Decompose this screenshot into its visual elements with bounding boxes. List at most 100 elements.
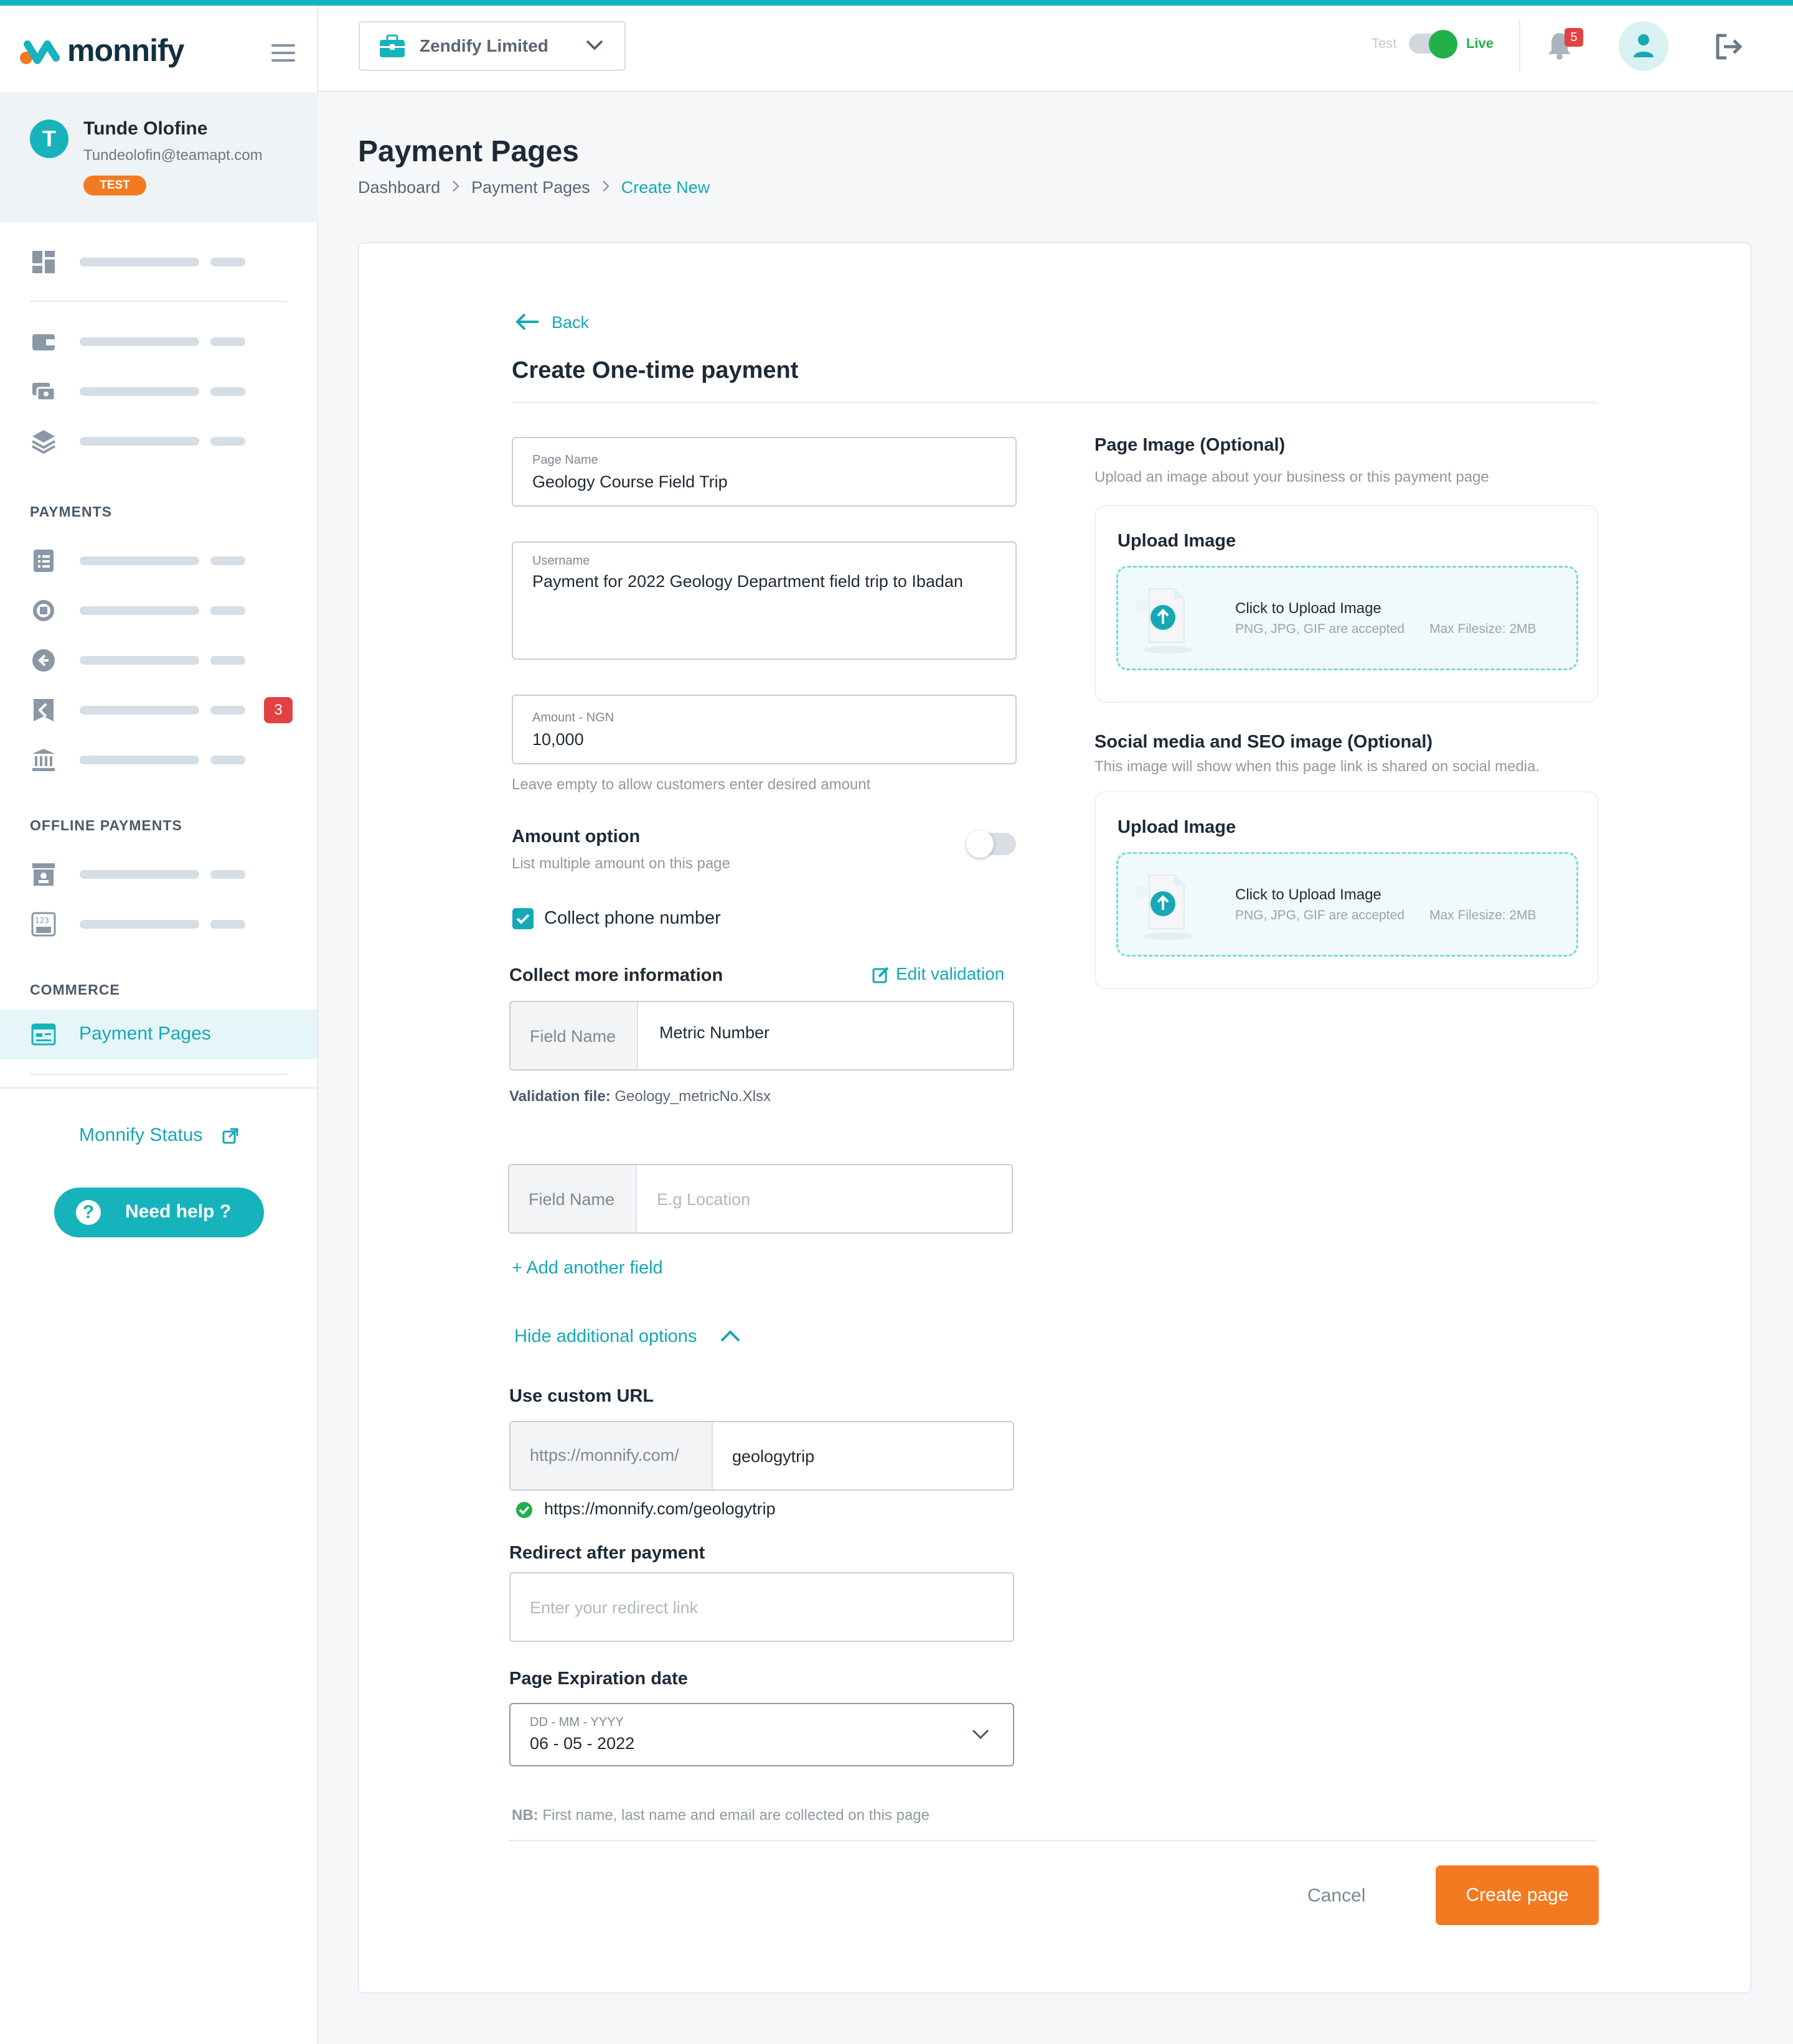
section-offline-payments: OFFLINE PAYMENTS bbox=[30, 817, 182, 833]
logout-icon[interactable] bbox=[1714, 33, 1744, 63]
need-help-button[interactable]: ? Need help ? bbox=[54, 1188, 264, 1237]
nav-item-placeholder bbox=[80, 556, 199, 565]
nav-item-placeholder bbox=[210, 756, 245, 764]
mode-live-label: Live bbox=[1466, 35, 1494, 51]
svg-text:123: 123 bbox=[35, 916, 49, 925]
nav-item-placeholder bbox=[80, 706, 199, 715]
user-profile: T Tunde Olofine Tundeolofin@teamapt.com … bbox=[0, 92, 318, 222]
collect-phone-checkbox[interactable] bbox=[512, 908, 534, 929]
edit-validation-link[interactable]: Edit validation bbox=[896, 964, 1004, 984]
divider bbox=[509, 1840, 1598, 1841]
validation-file-info: Validation file: Geology_metricNo.Xlsx bbox=[509, 1088, 771, 1105]
brand-name: monnify bbox=[67, 33, 184, 68]
nav-item-placeholder bbox=[210, 870, 245, 879]
back-link[interactable]: Back bbox=[552, 313, 589, 332]
user-email: Tundeolofin@teamapt.com bbox=[83, 147, 263, 164]
seo-image-sub: This image will show when this page link… bbox=[1094, 758, 1540, 775]
divider bbox=[512, 402, 1598, 403]
sidebar-item-label: Payment Pages bbox=[79, 1023, 211, 1044]
upload-cta: Click to Upload Image bbox=[1235, 886, 1381, 903]
expiry-date-picker[interactable]: DD - MM - YYYY 06 - 05 - 2022 bbox=[509, 1703, 1014, 1766]
custom-url-value: geologytrip bbox=[732, 1447, 815, 1466]
nb-note: NB: First name, last name and email are … bbox=[512, 1807, 929, 1824]
nav-item-placeholder bbox=[210, 387, 245, 396]
plus-icon: + bbox=[512, 1258, 522, 1278]
nav-item-placeholder bbox=[210, 437, 245, 446]
page-title: Payment Pages bbox=[358, 135, 579, 168]
redirect-input[interactable]: Enter your redirect link bbox=[509, 1572, 1014, 1642]
breadcrumb-dashboard[interactable]: Dashboard bbox=[358, 178, 440, 197]
breadcrumb-payment-pages[interactable]: Payment Pages bbox=[471, 178, 590, 197]
expiry-format-label: DD - MM - YYYY bbox=[530, 1715, 624, 1729]
extra-field-new[interactable]: Field Name E.g Location bbox=[508, 1164, 1013, 1234]
chargeback-icon[interactable] bbox=[31, 698, 56, 726]
field-value: Metric Number bbox=[659, 1023, 770, 1042]
cash-icon[interactable] bbox=[31, 379, 56, 407]
nav-item-placeholder bbox=[80, 606, 199, 615]
layers-icon[interactable] bbox=[31, 429, 56, 457]
upload-accepted: PNG, JPG, GIF are accepted bbox=[1235, 908, 1405, 922]
mode-toggle[interactable] bbox=[1409, 30, 1457, 59]
custom-url-title: Use custom URL bbox=[509, 1386, 654, 1406]
extra-field-metric[interactable]: Field Name Metric Number bbox=[509, 1001, 1014, 1071]
nav-item-placeholder bbox=[210, 556, 245, 565]
chevron-up-icon[interactable] bbox=[720, 1329, 741, 1346]
cancel-button[interactable]: Cancel bbox=[1307, 1885, 1365, 1906]
url-prefix: https://monnify.com/ bbox=[511, 1422, 713, 1489]
profile-avatar-button[interactable] bbox=[1619, 21, 1668, 71]
collect-more-title: Collect more information bbox=[509, 965, 723, 985]
amount-option-toggle[interactable] bbox=[966, 830, 1016, 858]
page-name-field[interactable]: Page Name Geology Course Field Trip bbox=[512, 437, 1017, 507]
exchange-icon[interactable] bbox=[31, 598, 56, 626]
add-field-button[interactable]: + Add another field bbox=[512, 1258, 663, 1278]
nav-item-placeholder bbox=[210, 606, 245, 615]
nav-item-placeholder bbox=[80, 656, 199, 665]
business-name: Zendify Limited bbox=[420, 36, 548, 55]
validation-file-name: Geology_metricNo.Xlsx bbox=[614, 1088, 771, 1105]
store-icon[interactable] bbox=[31, 862, 56, 890]
page-image-dropzone[interactable]: Click to Upload Image PNG, JPG, GIF are … bbox=[1116, 566, 1578, 670]
user-name: Tunde Olofine bbox=[83, 118, 208, 139]
external-link-icon[interactable] bbox=[222, 1127, 239, 1148]
chevron-down-icon bbox=[971, 1728, 990, 1743]
collect-phone-label[interactable]: Collect phone number bbox=[544, 908, 721, 929]
nav-item-placeholder bbox=[210, 656, 245, 665]
avatar: T bbox=[30, 120, 68, 158]
env-tag: TEST bbox=[83, 176, 146, 195]
ussd-icon[interactable]: 123 bbox=[31, 912, 56, 940]
username-field[interactable]: Username Payment for 2022 Geology Depart… bbox=[512, 541, 1017, 660]
field-name-prefix: Field Name bbox=[511, 1002, 638, 1069]
chevron-down-icon bbox=[585, 39, 604, 54]
monnify-status-link[interactable]: Monnify Status bbox=[79, 1125, 202, 1146]
sidebar-item-payment-pages[interactable]: Payment Pages bbox=[0, 1010, 317, 1059]
divider bbox=[30, 301, 288, 302]
amount-value: 10,000 bbox=[532, 730, 584, 749]
list-icon[interactable] bbox=[31, 548, 56, 576]
create-page-button[interactable]: Create page bbox=[1436, 1865, 1599, 1925]
dashboard-icon[interactable] bbox=[31, 250, 56, 278]
custom-url-field[interactable]: https://monnify.com/ geologytrip bbox=[509, 1421, 1014, 1491]
nav-item-placeholder bbox=[210, 258, 245, 266]
breadcrumb-create-new: Create New bbox=[621, 178, 710, 197]
divider bbox=[0, 1087, 317, 1089]
business-selector[interactable]: Zendify Limited bbox=[359, 21, 626, 71]
amount-option-sub: List multiple amount on this page bbox=[512, 855, 730, 872]
upload-title: Upload Image bbox=[1118, 817, 1236, 837]
toggle-knob bbox=[1429, 30, 1457, 59]
seo-image-dropzone[interactable]: Click to Upload Image PNG, JPG, GIF are … bbox=[1116, 852, 1578, 957]
bank-icon[interactable] bbox=[31, 748, 56, 776]
section-commerce: COMMERCE bbox=[30, 982, 120, 998]
amount-hint: Leave empty to allow customers enter des… bbox=[512, 776, 871, 793]
page-name-value: Geology Course Field Trip bbox=[532, 472, 728, 491]
edit-icon[interactable] bbox=[872, 965, 890, 987]
field-name-prefix-label: Field Name bbox=[530, 1027, 616, 1046]
refund-icon[interactable] bbox=[31, 648, 56, 676]
wallet-icon[interactable] bbox=[31, 329, 56, 357]
arrow-left-icon[interactable] bbox=[515, 312, 540, 335]
username-value: Payment for 2022 Geology Department fiel… bbox=[532, 572, 963, 591]
upload-max-size: Max Filesize: 2MB bbox=[1429, 908, 1537, 922]
menu-toggle-icon[interactable] bbox=[271, 44, 295, 67]
nav-item-placeholder bbox=[210, 706, 245, 715]
hide-options-toggle[interactable]: Hide additional options bbox=[514, 1326, 697, 1347]
amount-field[interactable]: Amount - NGN 10,000 bbox=[512, 695, 1017, 764]
